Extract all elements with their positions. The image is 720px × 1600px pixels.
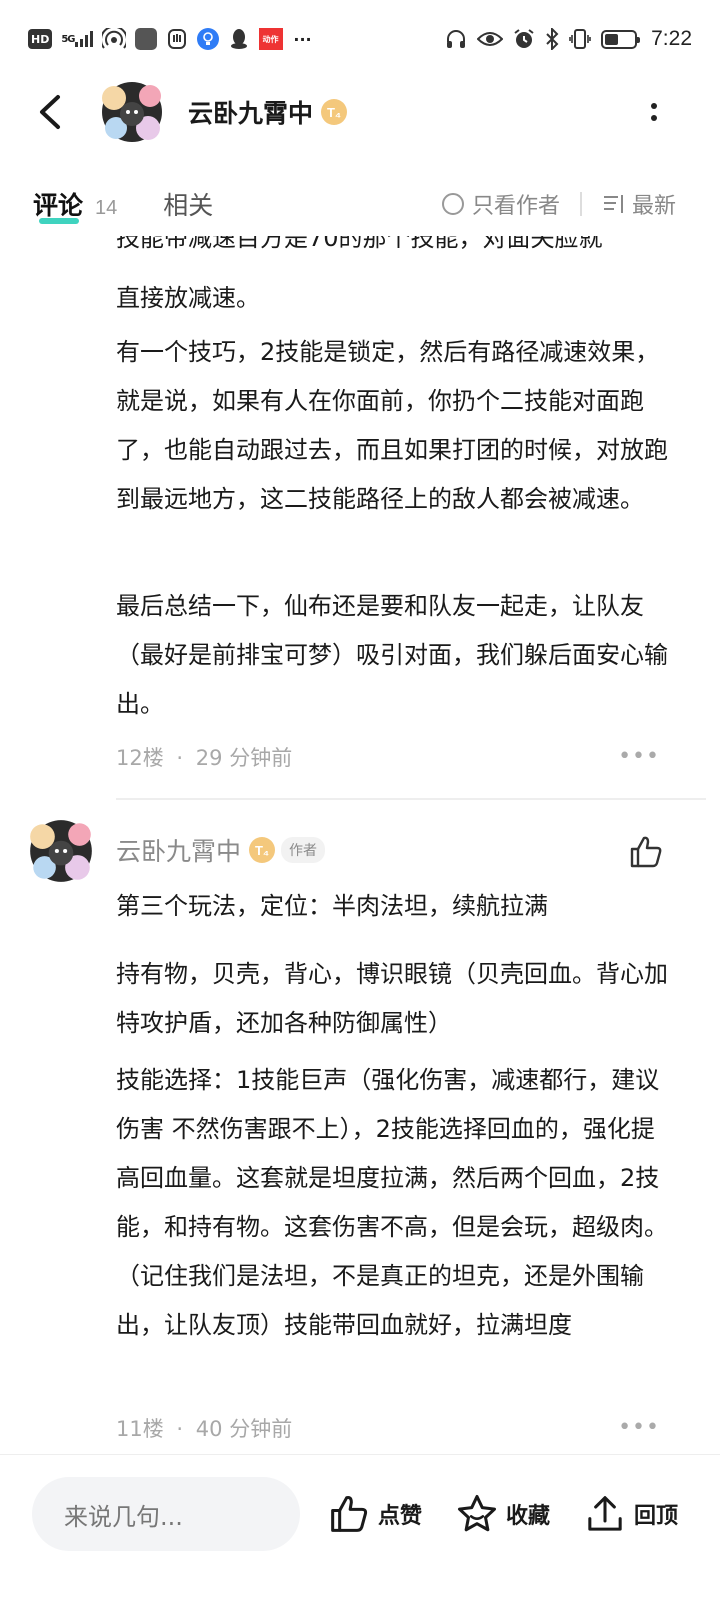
back-to-top-button[interactable]: 回顶 [584, 1477, 678, 1551]
star-icon [457, 1494, 497, 1532]
post-text: 最后总结一下，仙布还是要和队友一起走，让队友（最好是前排宝可梦）吸引对面，我们躲… [116, 592, 668, 718]
like-icon[interactable] [628, 834, 664, 870]
tab-comments[interactable]: 评论 14 [33, 186, 118, 224]
battery-icon [601, 29, 641, 49]
author-only-label: 只看作者 [471, 194, 560, 219]
floor-number: 11楼 [116, 1417, 164, 1441]
back-to-top-label: 回顶 [634, 1504, 679, 1529]
alarm-icon [514, 29, 534, 48]
more-options-button[interactable] [634, 92, 674, 132]
bluetooth-icon [546, 28, 559, 50]
network-type: 5G [61, 33, 75, 45]
comment-text: 持有物，贝壳，背心，博识眼镜（贝壳回血。背心加特攻护盾，还加各种防御属性） [116, 960, 668, 1037]
divider [116, 798, 706, 800]
comment-meta: 12楼 · 29 分钟前 [116, 742, 292, 772]
dot-separator: · [176, 1417, 184, 1441]
dot [651, 103, 657, 109]
tab-related[interactable]: 相关 [163, 186, 213, 222]
headphones-icon [447, 30, 466, 48]
level-badge: T₄ [321, 99, 348, 125]
comment-author: 云卧九霄中 T₄ 作者 [116, 832, 326, 868]
sort-icon [603, 195, 623, 213]
tab-comments-label: 评论 [33, 191, 84, 220]
more-notifications-icon: ··· [293, 29, 312, 49]
more-dots-icon[interactable]: ••• [618, 1415, 660, 1440]
level-badge: T₄ [249, 837, 276, 863]
time-ago: 29 分钟前 [195, 746, 293, 770]
sort-label: 最新 [631, 194, 676, 219]
post-text: 直接放减速。 [116, 284, 260, 312]
sort-button[interactable]: 最新 [602, 188, 676, 220]
red-app-icon: 动作 [258, 28, 283, 50]
radio-icon [441, 193, 464, 215]
post-header: 云卧九霄中 T₄ [0, 70, 720, 154]
bulb-app-icon [196, 28, 219, 50]
avatar[interactable] [24, 814, 98, 888]
status-time: 7:22 [651, 27, 692, 50]
time-ago: 40 分钟前 [195, 1417, 293, 1441]
hd-icon: HD [28, 29, 53, 49]
author-tag: 作者 [281, 837, 326, 863]
comment-text: 第三个玩法，定位：半肉法坦，续航拉满 [116, 892, 548, 920]
comment-tabs: 评论 14 相关 只看作者 最新 [0, 172, 720, 236]
floor-number: 12楼 [116, 746, 164, 770]
back-button[interactable] [20, 82, 80, 142]
qq-icon [228, 28, 250, 50]
divider [579, 192, 582, 216]
status-bar: HD 5G 动作 ··· 7:22 [0, 0, 720, 78]
like-label: 点赞 [378, 1504, 423, 1529]
post-text-clipped: 技能带减速目方是70的那个技能，对面失脸就 [116, 236, 603, 252]
tab-comments-count: 14 [95, 197, 118, 219]
chevron-left-icon [40, 95, 60, 129]
bottom-action-bar: 来说几句... 点赞 收藏 回顶 [0, 1454, 720, 1600]
status-right-icons: 7:22 [445, 27, 692, 51]
comment-text: 技能选择：1技能巨声（强化伤害，减速都行，建议伤害 不然伤害跟不上），2技能选择… [116, 1066, 668, 1339]
like-button[interactable]: 点赞 [328, 1477, 422, 1551]
comment-list: 技能带减速目方是70的那个技能，对面失脸就 直接放减速。 有一个技巧，2技能是锁… [0, 236, 720, 1454]
game-app-icon [134, 28, 157, 50]
favorite-label: 收藏 [506, 1504, 551, 1529]
thumbs-up-icon [331, 1495, 368, 1532]
hotspot-icon [101, 28, 126, 50]
comment-input[interactable]: 来说几句... [32, 1477, 300, 1551]
status-left-icons: HD 5G 动作 ··· [28, 28, 314, 50]
avatar[interactable] [96, 76, 168, 148]
page-title: 云卧九霄中 [188, 99, 314, 128]
comment-author-name[interactable]: 云卧九霄中 [116, 832, 241, 868]
dot [651, 115, 657, 121]
upload-arrow-icon [588, 1496, 622, 1531]
signal-5g-icon: 5G [61, 28, 93, 50]
dot-separator: · [176, 746, 184, 770]
favorite-button[interactable]: 收藏 [456, 1477, 550, 1551]
hand-icon [166, 28, 188, 50]
author-only-toggle[interactable]: 只看作者 [441, 188, 560, 220]
battery-fill [605, 33, 618, 45]
tab-filters: 只看作者 最新 [441, 188, 676, 220]
more-dots-icon[interactable]: ••• [618, 744, 660, 769]
vibrate-icon [569, 29, 591, 49]
comment-meta: 11楼 · 40 分钟前 [116, 1413, 292, 1443]
eye-icon [477, 32, 504, 46]
post-text: 有一个技巧，2技能是锁定，然后有路径减速效果，就是说，如果有人在你面前，你扔个二… [116, 338, 668, 513]
